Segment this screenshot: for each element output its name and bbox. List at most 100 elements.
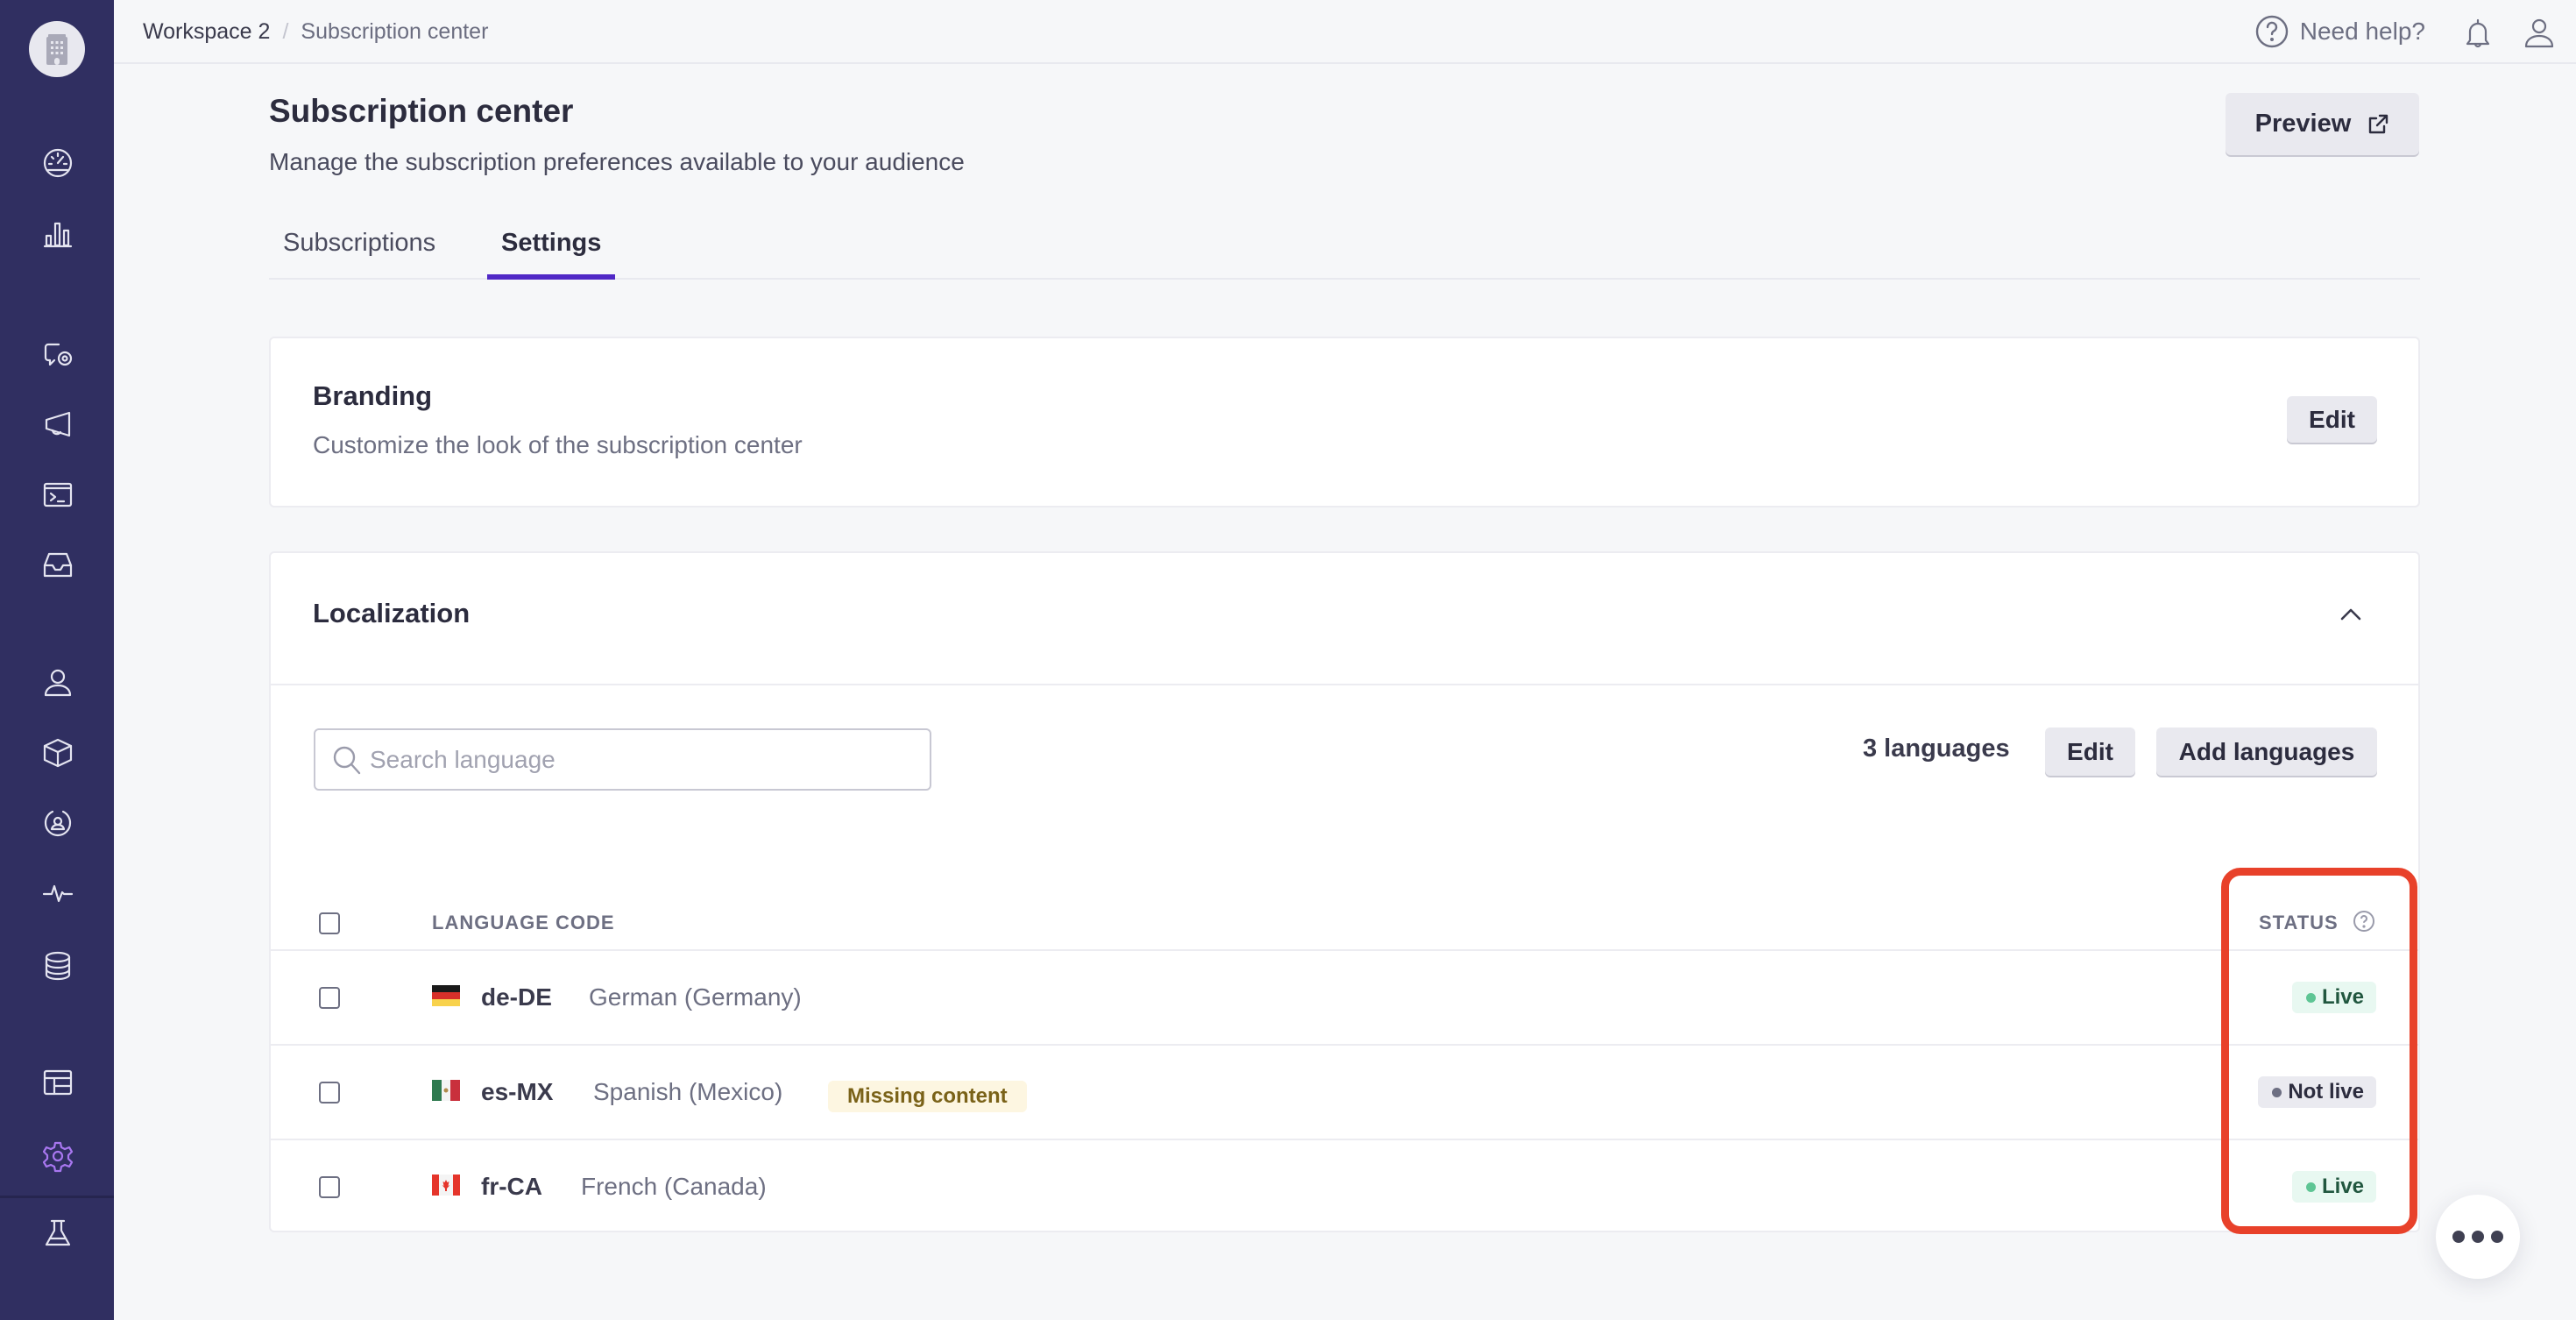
user-circle-icon xyxy=(44,810,72,837)
cube-icon xyxy=(43,738,73,768)
row-checkbox[interactable] xyxy=(319,1082,340,1104)
row-checkbox[interactable] xyxy=(319,1176,340,1198)
status-label: Live xyxy=(2321,985,2364,1009)
nav-content[interactable] xyxy=(41,1066,74,1099)
table-row[interactable]: fr-CA French (Canada) Live xyxy=(271,1140,2418,1235)
dashboard-gauge-icon xyxy=(43,148,73,178)
language-name: Spanish (Mexico) xyxy=(593,1078,783,1105)
localization-title: Localization xyxy=(313,598,471,628)
layout-table-icon xyxy=(43,1069,73,1096)
status-dot xyxy=(2305,992,2316,1003)
nav-people[interactable] xyxy=(41,666,74,699)
collapse-toggle[interactable] xyxy=(2338,601,2364,628)
branding-edit-button[interactable]: Edit xyxy=(2287,396,2377,443)
page-subtitle: Manage the subscription preferences avai… xyxy=(269,148,965,175)
active-tab-indicator xyxy=(487,274,615,280)
need-help-link[interactable]: Need help? xyxy=(2254,14,2425,49)
breadcrumb-workspace[interactable]: Workspace 2 xyxy=(143,19,270,45)
bar-chart-icon xyxy=(43,222,73,248)
language-code: es-MX xyxy=(481,1078,554,1105)
nav-terminal[interactable] xyxy=(41,478,74,511)
tab-settings[interactable]: Settings xyxy=(501,229,601,258)
add-languages-button[interactable]: Add languages xyxy=(2156,727,2377,776)
sidebar xyxy=(0,0,114,1320)
message-eye-icon xyxy=(44,343,73,366)
preview-button[interactable]: Preview xyxy=(2226,93,2419,155)
nav-dashboard[interactable] xyxy=(41,146,74,180)
flask-icon xyxy=(45,1219,71,1246)
help-circle-icon xyxy=(2255,15,2288,48)
status-badge: Live xyxy=(2291,1171,2376,1203)
column-status: STATUS xyxy=(2259,912,2339,933)
terminal-icon xyxy=(43,482,73,507)
help-circle-icon xyxy=(2353,911,2374,932)
external-link-icon xyxy=(2369,114,2388,133)
user-icon xyxy=(2524,18,2554,48)
tab-bar: Subscriptions Settings xyxy=(269,213,2420,280)
status-badge: Not live xyxy=(2258,1076,2376,1108)
bell-icon xyxy=(2466,18,2490,48)
sidebar-divider xyxy=(0,1196,114,1198)
status-help-button[interactable] xyxy=(2353,910,2375,933)
status-dot xyxy=(2272,1087,2282,1097)
tab-subscriptions[interactable]: Subscriptions xyxy=(283,229,435,258)
status-label: Not live xyxy=(2288,1080,2364,1104)
language-count: 3 languages xyxy=(1863,735,2010,763)
row-checkbox[interactable] xyxy=(319,987,340,1009)
nav-data[interactable] xyxy=(41,949,74,983)
nav-messages[interactable] xyxy=(41,337,74,371)
preview-label: Preview xyxy=(2254,110,2352,138)
breadcrumb-current: Subscription center xyxy=(301,19,489,44)
localization-divider xyxy=(271,684,2418,685)
status-badge: Live xyxy=(2291,982,2376,1013)
inbox-icon xyxy=(43,552,73,578)
account-button[interactable] xyxy=(2522,16,2557,51)
nav-labs[interactable] xyxy=(41,1217,74,1250)
breadcrumb: Workspace 2 / Subscription center xyxy=(143,19,488,45)
column-language-code[interactable]: LANGUAGE CODE xyxy=(432,912,615,934)
language-name: German (Germany) xyxy=(589,983,802,1011)
more-dot xyxy=(2452,1231,2465,1243)
germany-flag-icon xyxy=(432,985,460,1006)
activity-pulse-icon xyxy=(42,884,74,903)
language-code: de-DE xyxy=(481,983,552,1011)
nav-campaigns[interactable] xyxy=(41,408,74,441)
nav-segments[interactable] xyxy=(41,806,74,840)
localization-card: Localization 3 languages Edit Add langua… xyxy=(269,551,2420,1232)
search-language-field[interactable] xyxy=(314,728,931,791)
status-label: Live xyxy=(2321,1175,2364,1198)
branding-description: Customize the look of the subscription c… xyxy=(313,431,803,458)
nav-objects[interactable] xyxy=(41,736,74,770)
breadcrumb-separator: / xyxy=(282,19,289,44)
gear-icon xyxy=(42,1141,74,1173)
building-icon xyxy=(46,34,67,65)
nav-activity[interactable] xyxy=(41,876,74,910)
localization-edit-button[interactable]: Edit xyxy=(2045,727,2135,776)
branding-card: Branding Customize the look of the subsc… xyxy=(269,337,2420,507)
branding-title: Branding xyxy=(313,380,433,411)
database-icon xyxy=(45,951,71,981)
nav-settings[interactable] xyxy=(41,1139,74,1173)
missing-content-badge: Missing content xyxy=(828,1081,1027,1112)
chevron-up-icon xyxy=(2340,608,2361,621)
canada-flag-icon xyxy=(432,1175,460,1196)
status-dot xyxy=(2305,1182,2316,1192)
nav-analytics[interactable] xyxy=(41,217,74,251)
search-language-input[interactable] xyxy=(370,745,895,774)
workspace-avatar[interactable] xyxy=(29,21,85,77)
more-dot xyxy=(2472,1231,2484,1243)
top-header: Workspace 2 / Subscription center Need h… xyxy=(114,0,2576,64)
megaphone-icon xyxy=(45,411,71,437)
select-all-checkbox[interactable] xyxy=(319,912,340,934)
table-row[interactable]: es-MX Spanish (Mexico) Missing content N… xyxy=(271,1046,2418,1140)
nav-inbox[interactable] xyxy=(41,548,74,581)
more-dot xyxy=(2491,1231,2503,1243)
user-icon xyxy=(44,669,72,697)
need-help-label: Need help? xyxy=(2299,18,2425,45)
page-title: Subscription center xyxy=(269,93,574,129)
mexico-flag-icon xyxy=(432,1080,460,1101)
language-code: fr-CA xyxy=(481,1173,542,1200)
table-row[interactable]: de-DE German (Germany) Live xyxy=(271,951,2418,1046)
more-actions-button[interactable] xyxy=(2436,1195,2520,1279)
notifications-button[interactable] xyxy=(2460,16,2495,51)
